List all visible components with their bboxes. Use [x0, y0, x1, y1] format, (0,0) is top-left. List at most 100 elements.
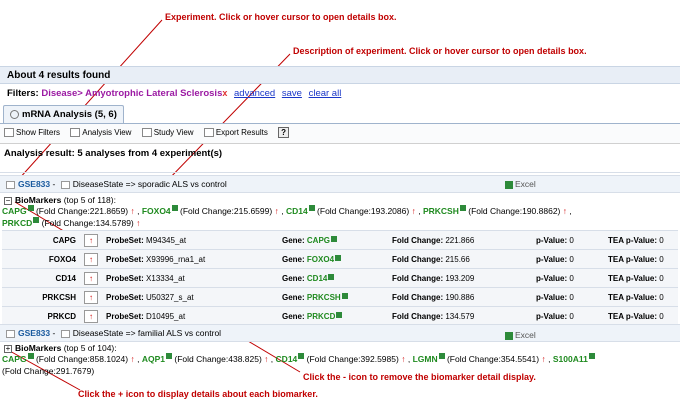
tea-p-value-label: TEA p-Value: — [608, 311, 658, 321]
annotation-description: Description of experiment. Click or hove… — [293, 46, 587, 56]
gene-link[interactable]: FOXO4 — [307, 255, 334, 264]
clear-all-link[interactable]: clear all — [309, 88, 342, 99]
gene-link[interactable]: S100A11 — [553, 354, 588, 364]
row-probeset: ProbeSet: X93996_rna1_at — [102, 249, 278, 269]
p-value-label: p-Value: — [536, 254, 568, 264]
experiment-description[interactable]: DiseaseState => sporadic ALS vs control — [73, 179, 227, 189]
excel-button[interactable]: Excel — [505, 330, 536, 340]
biomarkers-title: + BioMarkers (top 5 of 104): — [4, 343, 117, 353]
gene-link[interactable]: PRKCSH — [423, 206, 459, 216]
external-link-icon[interactable] — [588, 353, 595, 359]
gene-link[interactable]: CD14 — [307, 274, 327, 283]
excel-button[interactable]: Excel — [505, 179, 536, 189]
separator: - — [50, 179, 58, 189]
gene-link[interactable]: AQP1 — [142, 354, 165, 364]
tea-p-value-value: 0 — [659, 273, 664, 283]
experiment-id[interactable]: GSE833 — [18, 179, 50, 189]
study-view-button[interactable]: Study View — [141, 128, 194, 138]
gene-link[interactable]: PRKCSH — [307, 293, 341, 302]
gene-link[interactable]: CAPG — [2, 354, 27, 364]
row-gene: Gene: PRKCD — [278, 306, 388, 326]
help-icon: ? — [278, 127, 290, 138]
up-arrow-icon[interactable]: ↑ — [84, 252, 98, 266]
save-link[interactable]: save — [282, 88, 302, 99]
p-value-label: p-Value: — [536, 292, 568, 302]
analysis-view-icon — [70, 128, 81, 138]
tea-p-value-label: TEA p-Value: — [608, 292, 658, 302]
up-arrow-icon[interactable]: ↑ — [84, 290, 98, 304]
experiment-id[interactable]: GSE833 — [18, 328, 50, 338]
gene-link[interactable]: CAPG — [2, 206, 27, 216]
row-gene-symbol: CAPG — [2, 230, 80, 250]
external-link-icon[interactable] — [341, 292, 348, 299]
collapse-biomarkers-icon[interactable]: − — [4, 197, 12, 205]
biomarkers-label: BioMarkers — [15, 195, 62, 205]
external-link-icon[interactable] — [335, 254, 342, 261]
external-link-icon[interactable] — [33, 217, 40, 223]
external-link-icon[interactable] — [166, 353, 172, 359]
gene-link[interactable]: CAPG — [307, 236, 330, 245]
up-arrow-icon[interactable]: ↑ — [84, 309, 98, 323]
up-arrow-icon: ↑ — [130, 354, 135, 364]
external-link-icon[interactable] — [328, 273, 335, 280]
show-filters-button[interactable]: Show Filters — [4, 128, 60, 138]
analysis-view-button[interactable]: Analysis View — [70, 128, 131, 138]
up-arrow-icon: ↑ — [411, 206, 416, 216]
p-value-label: p-Value: — [536, 273, 568, 283]
study-view-label: Study View — [153, 128, 194, 137]
external-link-icon[interactable] — [438, 353, 445, 359]
up-arrow-icon[interactable]: ↑ — [84, 271, 98, 285]
biomarker-inline-list: CAPG (Fold Change:221.8659) ↑ , FOXO4 (F… — [2, 205, 678, 229]
experiment-icon[interactable] — [6, 329, 15, 338]
external-link-icon[interactable] — [298, 353, 305, 359]
experiment-icon[interactable] — [6, 180, 15, 189]
external-link-icon[interactable] — [308, 205, 315, 211]
table-row: FOXO4 ↑ ProbeSet: X93996_rna1_at Gene: FOXO… — [2, 249, 678, 269]
row-gene: Gene: CD14 — [278, 268, 388, 288]
filter-value[interactable]: Disease> Amyotrophic Lateral Sclerosis — [41, 88, 222, 99]
row-tea-p-value: TEA p-Value: 0 — [604, 287, 678, 307]
tab-mrna-analysis[interactable]: mRNA Analysis (5, 6) — [3, 105, 124, 124]
experiment-description[interactable]: DiseaseState => familial ALS vs control — [73, 328, 221, 338]
gene-link[interactable]: CD14 — [286, 206, 308, 216]
row-probeset: ProbeSet: U50327_s_at — [102, 287, 278, 307]
gene-link[interactable]: PRKCD — [307, 312, 335, 321]
description-icon[interactable] — [60, 329, 70, 338]
up-arrow-icon: ↑ — [130, 206, 135, 216]
description-icon[interactable] — [60, 180, 70, 189]
external-link-icon[interactable] — [331, 235, 338, 242]
gene-link[interactable]: LGMN — [413, 354, 438, 364]
remove-filter-icon[interactable]: x — [222, 88, 227, 98]
export-results-button[interactable]: Export Results — [203, 128, 268, 138]
fold-change-label: Fold Change: — [392, 292, 444, 302]
expand-biomarkers-icon[interactable]: + — [4, 345, 12, 353]
fold-change-label: Fold Change: — [392, 273, 444, 283]
probeset-value: X93996_rna1_at — [146, 254, 206, 264]
row-p-value: p-Value: 0 — [532, 230, 604, 250]
external-link-icon[interactable] — [27, 205, 34, 211]
gene-link[interactable]: CD14 — [276, 354, 298, 364]
row-tea-p-value: TEA p-Value: 0 — [604, 230, 678, 250]
experiment-header: GSE833 - DiseaseState => familial ALS vs… — [0, 324, 680, 342]
gene-link[interactable]: PRKCD — [2, 218, 32, 228]
external-link-icon[interactable] — [27, 353, 34, 359]
comma: , — [137, 206, 140, 216]
excel-icon — [505, 180, 513, 189]
row-gene-symbol: PRKCSH — [2, 287, 80, 307]
advanced-link[interactable]: advanced — [234, 88, 275, 99]
row-gene-symbol: PRKCD — [2, 306, 80, 326]
filters-label: Filters: — [7, 88, 39, 99]
help-button[interactable]: ? — [278, 127, 290, 138]
biomarker-detail-table: CAPG ↑ ProbeSet: M94345_at Gene: CAPG Fold C… — [2, 230, 678, 326]
biomarkers-count: (top 5 of 118): — [63, 195, 116, 205]
probeset-value: X13334_at — [146, 273, 185, 283]
gene-link[interactable]: FOXO4 — [142, 206, 171, 216]
external-link-icon[interactable] — [171, 205, 178, 211]
external-link-icon[interactable] — [336, 311, 343, 318]
up-arrow-icon[interactable]: ↑ — [84, 233, 98, 247]
external-link-icon[interactable] — [459, 205, 466, 211]
row-fold-change: Fold Change: 134.579 — [388, 306, 532, 326]
table-row: CD14 ↑ ProbeSet: X13334_at Gene: CD14 Fold C… — [2, 268, 678, 288]
fold-change-value: 215.66 — [445, 254, 470, 264]
fold-change-label: Fold Change: — [392, 235, 444, 245]
